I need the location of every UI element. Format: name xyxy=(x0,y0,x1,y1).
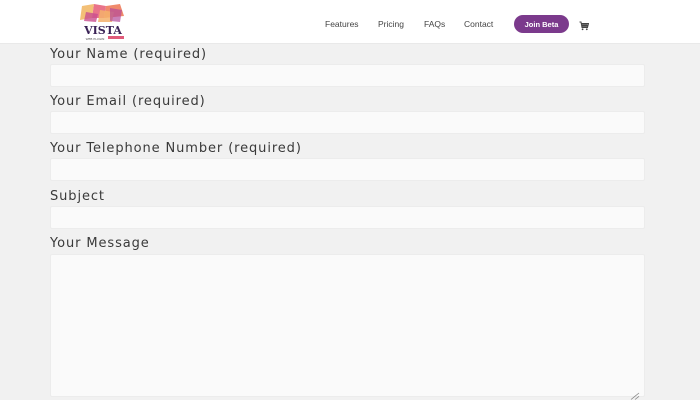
site-header: VISTA WEB PLUGIN Features Pricing FAQs C… xyxy=(0,0,700,44)
subject-label: Subject xyxy=(50,189,105,204)
resize-handle-icon[interactable] xyxy=(630,387,640,400)
logo-tagline: WEB PLUGIN xyxy=(86,37,105,41)
nav-faqs[interactable]: FAQs xyxy=(424,19,445,29)
message-label: Your Message xyxy=(50,236,150,251)
join-beta-button[interactable]: Join Beta xyxy=(514,15,569,33)
message-textarea[interactable] xyxy=(50,254,645,397)
phone-field[interactable] xyxy=(50,158,645,181)
phone-label: Your Telephone Number (required) xyxy=(50,141,302,156)
cart-icon[interactable] xyxy=(579,18,590,31)
logo-text: VISTA xyxy=(83,24,122,37)
vista-logo[interactable]: VISTA WEB PLUGIN xyxy=(80,4,126,42)
email-field[interactable] xyxy=(50,111,645,134)
name-field[interactable] xyxy=(50,64,645,87)
nav-contact[interactable]: Contact xyxy=(464,19,493,29)
email-label: Your Email (required) xyxy=(50,94,206,109)
nav-pricing[interactable]: Pricing xyxy=(378,19,404,29)
contact-form: Your Name (required) Your Email (require… xyxy=(0,44,700,400)
nav-features[interactable]: Features xyxy=(325,19,359,29)
subject-field[interactable] xyxy=(50,206,645,229)
name-label: Your Name (required) xyxy=(50,47,207,62)
